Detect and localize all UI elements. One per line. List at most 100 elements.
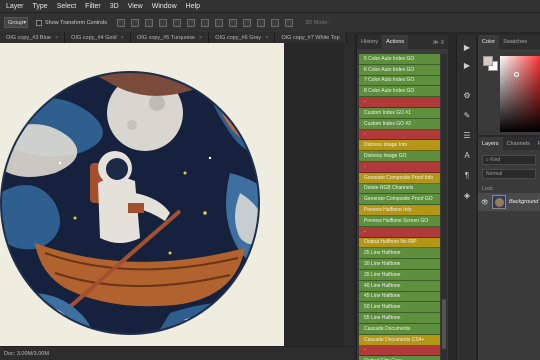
align-top-icon[interactable]	[117, 18, 126, 27]
close-icon[interactable]: ×	[265, 35, 268, 41]
menu-select[interactable]: Select	[57, 3, 76, 10]
adjustments-icon[interactable]: ⚙	[462, 91, 472, 101]
tab-history[interactable]: History	[357, 35, 382, 49]
paragraph-icon[interactable]: ¶	[462, 171, 472, 181]
eye-icon[interactable]: 👁	[481, 199, 489, 206]
action-row[interactable]: 25 Line Halftone	[359, 248, 440, 260]
action-row[interactable]: Delete RGB Channels	[359, 183, 440, 195]
action-label: Output Halftone No RIP	[364, 239, 417, 246]
doc-tab-3[interactable]: OIG copy_#3 Blue ×	[0, 32, 66, 43]
layer-filter-kind[interactable]: ⌕ Kind	[482, 155, 536, 165]
panel-menu-icon[interactable]: ≫ ≡	[433, 35, 448, 49]
tab-actions[interactable]: Actions	[382, 35, 409, 49]
tab-color[interactable]: Color	[478, 35, 500, 49]
blend-mode-value: Normal	[486, 171, 503, 177]
close-icon[interactable]: ×	[55, 35, 58, 41]
3d-icon[interactable]: ◈	[462, 191, 472, 201]
auto-align-icon[interactable]	[285, 18, 294, 27]
sliders-icon[interactable]: ☰	[462, 131, 472, 141]
close-icon[interactable]: ×	[199, 35, 202, 41]
action-row[interactable]: 40 Line Halftone	[359, 280, 440, 292]
action-row[interactable]: -	[359, 345, 440, 357]
canvas-scrollbar[interactable]	[344, 43, 354, 346]
doc-tab-6[interactable]: OIG copy_#6 Gray ×	[209, 32, 276, 43]
action-row[interactable]: -	[359, 97, 440, 108]
distribute-right-icon[interactable]	[271, 18, 280, 27]
distribute-top-icon[interactable]	[201, 18, 210, 27]
show-transform-toggle[interactable]: Show Transform Controls	[36, 19, 107, 26]
align-center-icon[interactable]	[173, 18, 182, 27]
tab-paths[interactable]: P	[534, 137, 540, 150]
align-bottom-icon[interactable]	[145, 18, 154, 27]
menu-type[interactable]: Type	[33, 3, 48, 10]
align-right-icon[interactable]	[187, 18, 196, 27]
tab-swatches[interactable]: Swatches	[499, 35, 531, 49]
action-row[interactable]: 45 Line Halftone	[359, 291, 440, 303]
action-label: Distress Image Info	[364, 142, 408, 149]
menu-window[interactable]: Window	[152, 3, 177, 10]
menu-help[interactable]: Help	[186, 3, 200, 10]
kind-label: Kind	[490, 157, 501, 163]
layer-row-background[interactable]: 👁 Background	[478, 193, 540, 211]
action-row[interactable]: Distress Image Info	[359, 140, 440, 152]
distribute-middle-icon[interactable]	[215, 18, 224, 27]
action-row[interactable]: Preview Halftone Info	[359, 205, 440, 216]
action-label: -	[364, 228, 366, 235]
action-label: Distress Image GO	[364, 153, 407, 160]
action-row[interactable]: -	[359, 226, 440, 238]
action-row[interactable]: -	[359, 161, 440, 173]
action-row[interactable]: Cascade Documents	[359, 323, 440, 335]
document-canvas[interactable]	[0, 43, 284, 346]
play-icon[interactable]: ▶	[462, 43, 472, 53]
action-row[interactable]: Generate Composite Proof Info	[359, 172, 440, 184]
action-row[interactable]: 6 Color Auto Index GO	[359, 64, 440, 76]
action-row[interactable]: 55 Line Halftone	[359, 313, 440, 324]
auto-select-dropdown[interactable]: Group ▾	[4, 17, 28, 28]
scroll-thumb[interactable]	[442, 299, 446, 349]
action-row[interactable]: 35 Line Halftone	[359, 269, 440, 281]
action-row[interactable]: 50 Line Halftone	[359, 302, 440, 314]
color-panel-tabs: Color Swatches	[478, 35, 540, 49]
canvas-area[interactable]	[0, 43, 354, 346]
color-picker-field[interactable]	[500, 56, 540, 132]
menu-filter[interactable]: Filter	[85, 3, 101, 10]
tab-layers[interactable]: Layers	[478, 137, 503, 150]
distribute-bottom-icon[interactable]	[229, 18, 238, 27]
distribute-center-icon[interactable]	[257, 18, 266, 27]
foreground-color-swatch[interactable]	[483, 56, 493, 66]
play-icon[interactable]: ▶	[462, 61, 472, 71]
action-row[interactable]: Preview Halftone Screen GO	[359, 215, 440, 227]
align-middle-icon[interactable]	[131, 18, 140, 27]
tab-channels[interactable]: Channels	[503, 137, 534, 150]
action-row[interactable]: 8 Color Auto Index GO	[359, 86, 440, 98]
blend-mode-select[interactable]: Normal	[482, 169, 536, 179]
action-row[interactable]: Cascade Documents CS4+	[359, 334, 440, 346]
distribute-left-icon[interactable]	[243, 18, 252, 27]
doc-tab-4[interactable]: OIG copy_#4 Gold ×	[65, 32, 131, 43]
action-row[interactable]: -	[359, 129, 440, 141]
show-transform-checkbox[interactable]	[36, 19, 42, 26]
type-icon[interactable]: A	[462, 151, 472, 161]
action-row[interactable]: Custom Index GO #1	[359, 107, 440, 119]
action-row[interactable]: Output Film Gray	[359, 356, 440, 360]
action-row[interactable]: 7 Color Auto Index GO	[359, 75, 440, 87]
doc-tab-7[interactable]: OIG copy_#7 White Top	[275, 32, 347, 43]
close-icon[interactable]: ×	[121, 35, 124, 41]
action-label: Generate Composite Proof GO	[364, 196, 433, 203]
action-row[interactable]: 30 Line Halftone	[359, 259, 440, 270]
action-label: Cascade Documents	[364, 325, 411, 332]
action-label: -	[364, 131, 366, 138]
action-row[interactable]: Distress Image GO	[359, 151, 440, 162]
brush-icon[interactable]: ✎	[462, 111, 472, 121]
align-left-icon[interactable]	[159, 18, 168, 27]
menu-layer[interactable]: Layer	[6, 3, 24, 10]
menu-3d[interactable]: 3D	[110, 3, 119, 10]
doc-tab-5[interactable]: OIG copy_#5 Turquoise ×	[130, 32, 210, 43]
action-row[interactable]: 5 Color Auto Index GO	[359, 54, 440, 65]
picker-cursor[interactable]	[514, 72, 519, 77]
action-row[interactable]: Output Halftone No RIP	[359, 237, 440, 249]
menu-view[interactable]: View	[128, 3, 143, 10]
action-row[interactable]: Generate Composite Proof GO	[359, 194, 440, 206]
action-row[interactable]: Custom Index GO #2	[359, 118, 440, 130]
actions-scrollbar[interactable]	[441, 54, 447, 360]
